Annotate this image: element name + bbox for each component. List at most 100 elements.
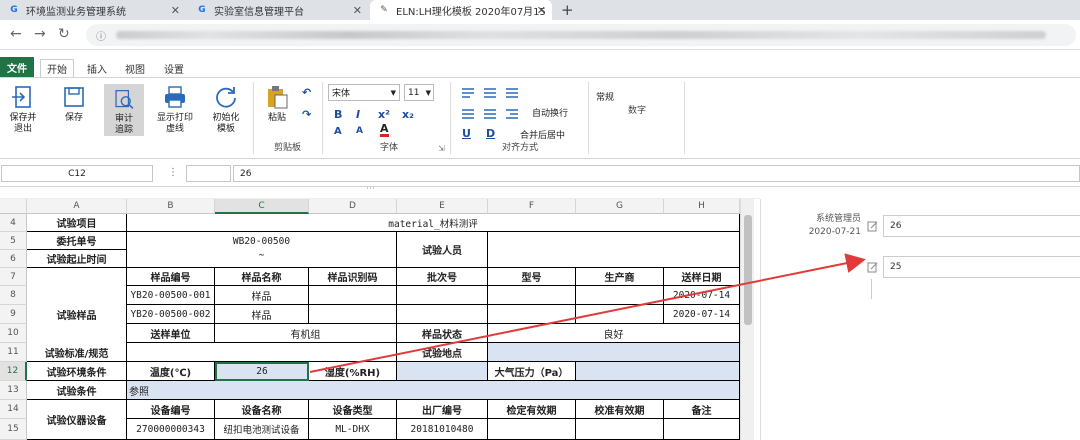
increase-font-button[interactable]: A [334, 126, 342, 137]
close-icon[interactable]: ✕ [171, 4, 180, 17]
col-header-d[interactable]: D [309, 199, 397, 214]
tab-insert[interactable]: 插入 [81, 59, 113, 77]
row-header-11[interactable]: 11 [0, 343, 27, 362]
url-input[interactable]: ⓘ [86, 24, 1076, 46]
row-header-6[interactable]: 6 [0, 250, 27, 268]
number-format-select[interactable]: 常规 [596, 90, 614, 103]
cell-f9[interactable] [488, 305, 576, 324]
row-header-13[interactable]: 13 [0, 381, 27, 400]
col-header-f[interactable]: F [488, 199, 576, 214]
cell-b13[interactable]: 参照 [127, 381, 740, 400]
dialog-launcher-icon[interactable]: ⇲ [438, 144, 445, 153]
cell-c12-temperature[interactable]: 26 [215, 362, 309, 381]
cell-d15[interactable]: ML-DHX [309, 419, 397, 440]
cell-b7[interactable]: 样品编号 [127, 268, 215, 286]
redo-icon[interactable]: ↷ [302, 108, 311, 121]
save-button[interactable]: 保存 [58, 84, 90, 124]
cell-b12[interactable]: 温度(℃) [127, 362, 215, 381]
fx-box[interactable] [186, 165, 231, 182]
wrap-text-button[interactable]: 自动换行 [532, 106, 568, 119]
cell-b8[interactable]: YB20-00500-001 [127, 286, 215, 305]
reload-icon[interactable]: ↻ [58, 26, 70, 42]
cell-f8[interactable] [488, 286, 576, 305]
edit-icon[interactable] [867, 221, 878, 232]
cell-e15[interactable]: 20181010480 [397, 419, 488, 440]
cell-d7[interactable]: 样品识别码 [309, 268, 397, 286]
subscript-button[interactable]: x₂ [402, 108, 414, 121]
cell-f11[interactable] [488, 343, 740, 362]
cell-c8[interactable]: 样品 [215, 286, 309, 305]
cell-f14[interactable]: 检定有效期 [488, 400, 576, 419]
cell-c14[interactable]: 设备名称 [215, 400, 309, 419]
col-header-a[interactable]: A [27, 199, 127, 214]
col-header-h[interactable]: H [664, 199, 740, 214]
tab-file[interactable]: 文件 [0, 57, 34, 77]
cell-g14[interactable]: 校准有效期 [576, 400, 664, 419]
cell-name-box[interactable]: C12 [1, 165, 153, 182]
cell-g12[interactable] [576, 362, 740, 381]
save-exit-button[interactable]: 保存并 退出 [6, 84, 40, 135]
cell-b10[interactable]: 送样单位 [127, 324, 215, 343]
paste-button[interactable]: 粘贴 [262, 84, 292, 124]
cell-a5[interactable]: 委托单号 [27, 232, 127, 250]
cell-a4[interactable]: 试验项目 [27, 214, 127, 232]
row-header-7[interactable]: 7 [0, 268, 27, 286]
new-tab-button[interactable]: + [561, 1, 574, 19]
cell-a6[interactable]: 试验起止时间 [27, 250, 127, 268]
cell-g8[interactable] [576, 286, 664, 305]
edit-icon[interactable] [867, 262, 878, 273]
decrease-font-button[interactable]: A [356, 126, 363, 136]
col-header-e[interactable]: E [397, 199, 488, 214]
cell-h9[interactable]: 2020-07-14 [664, 305, 740, 324]
cell-g15[interactable] [576, 419, 664, 440]
close-icon[interactable]: ✕ [353, 4, 362, 17]
init-template-button[interactable]: 初始化 模板 [206, 84, 246, 135]
row-header-10[interactable]: 10 [0, 324, 27, 343]
row-header-8[interactable]: 8 [0, 286, 27, 305]
double-underline-button[interactable]: D [486, 127, 495, 140]
fx-menu-icon[interactable]: ⋮ [168, 167, 178, 178]
close-icon[interactable]: ✕ [537, 4, 546, 17]
audit-value-box[interactable]: 26 [883, 215, 1080, 237]
formula-input[interactable]: 26 [233, 165, 1080, 182]
cell-f5[interactable] [488, 232, 740, 268]
forward-icon[interactable]: → [34, 26, 46, 42]
cell-d8[interactable] [309, 286, 397, 305]
cell-e11[interactable]: 试验地点 [397, 343, 488, 362]
browser-tab-1[interactable]: G 环境监测业务管理系统 ✕ [0, 0, 186, 20]
cell-d12[interactable]: 湿度(%RH) [309, 362, 397, 381]
cell-h8[interactable]: 2020-07-14 [664, 286, 740, 305]
cell-d9[interactable] [309, 305, 397, 324]
cell-c15[interactable]: 纽扣电池测试设备 [215, 419, 309, 440]
cell-f7[interactable]: 型号 [488, 268, 576, 286]
cell-e9[interactable] [397, 305, 488, 324]
row-header-9[interactable]: 9 [0, 305, 27, 324]
corner-cell[interactable] [0, 199, 27, 214]
cell-c10[interactable]: 有机组 [215, 324, 397, 343]
row-header-12[interactable]: 12 [0, 362, 27, 381]
tab-home[interactable]: 开始 [40, 59, 74, 77]
cell-e5[interactable]: 试验人员 [397, 232, 488, 268]
cell-a11[interactable]: 试验标准/规范 [27, 343, 127, 362]
cell-g7[interactable]: 生产商 [576, 268, 664, 286]
splitter-handle-icon[interactable]: ⋯ [366, 184, 375, 194]
audit-value-box[interactable]: 25 [883, 256, 1080, 278]
col-header-c[interactable]: C [215, 199, 309, 214]
row-header-4[interactable]: 4 [0, 214, 27, 232]
font-size-select[interactable]: 11 ▼ [404, 84, 434, 101]
underline-button[interactable]: U [462, 127, 471, 140]
cell-e7[interactable]: 批次号 [397, 268, 488, 286]
cell-c9[interactable]: 样品 [215, 305, 309, 324]
info-icon[interactable]: ⓘ [96, 28, 106, 43]
alignment-icons[interactable] [460, 86, 532, 126]
scrollbar-thumb[interactable] [744, 215, 752, 325]
cell-h14[interactable]: 备注 [664, 400, 740, 419]
cell-b9[interactable]: YB20-00500-002 [127, 305, 215, 324]
cell-e12[interactable] [397, 362, 488, 381]
cell-e8[interactable] [397, 286, 488, 305]
cell-d14[interactable]: 设备类型 [309, 400, 397, 419]
cell-g9[interactable] [576, 305, 664, 324]
cell-b14[interactable]: 设备编号 [127, 400, 215, 419]
cell-e14[interactable]: 出厂编号 [397, 400, 488, 419]
cell-b5[interactable]: WB20-00500 [127, 232, 397, 250]
